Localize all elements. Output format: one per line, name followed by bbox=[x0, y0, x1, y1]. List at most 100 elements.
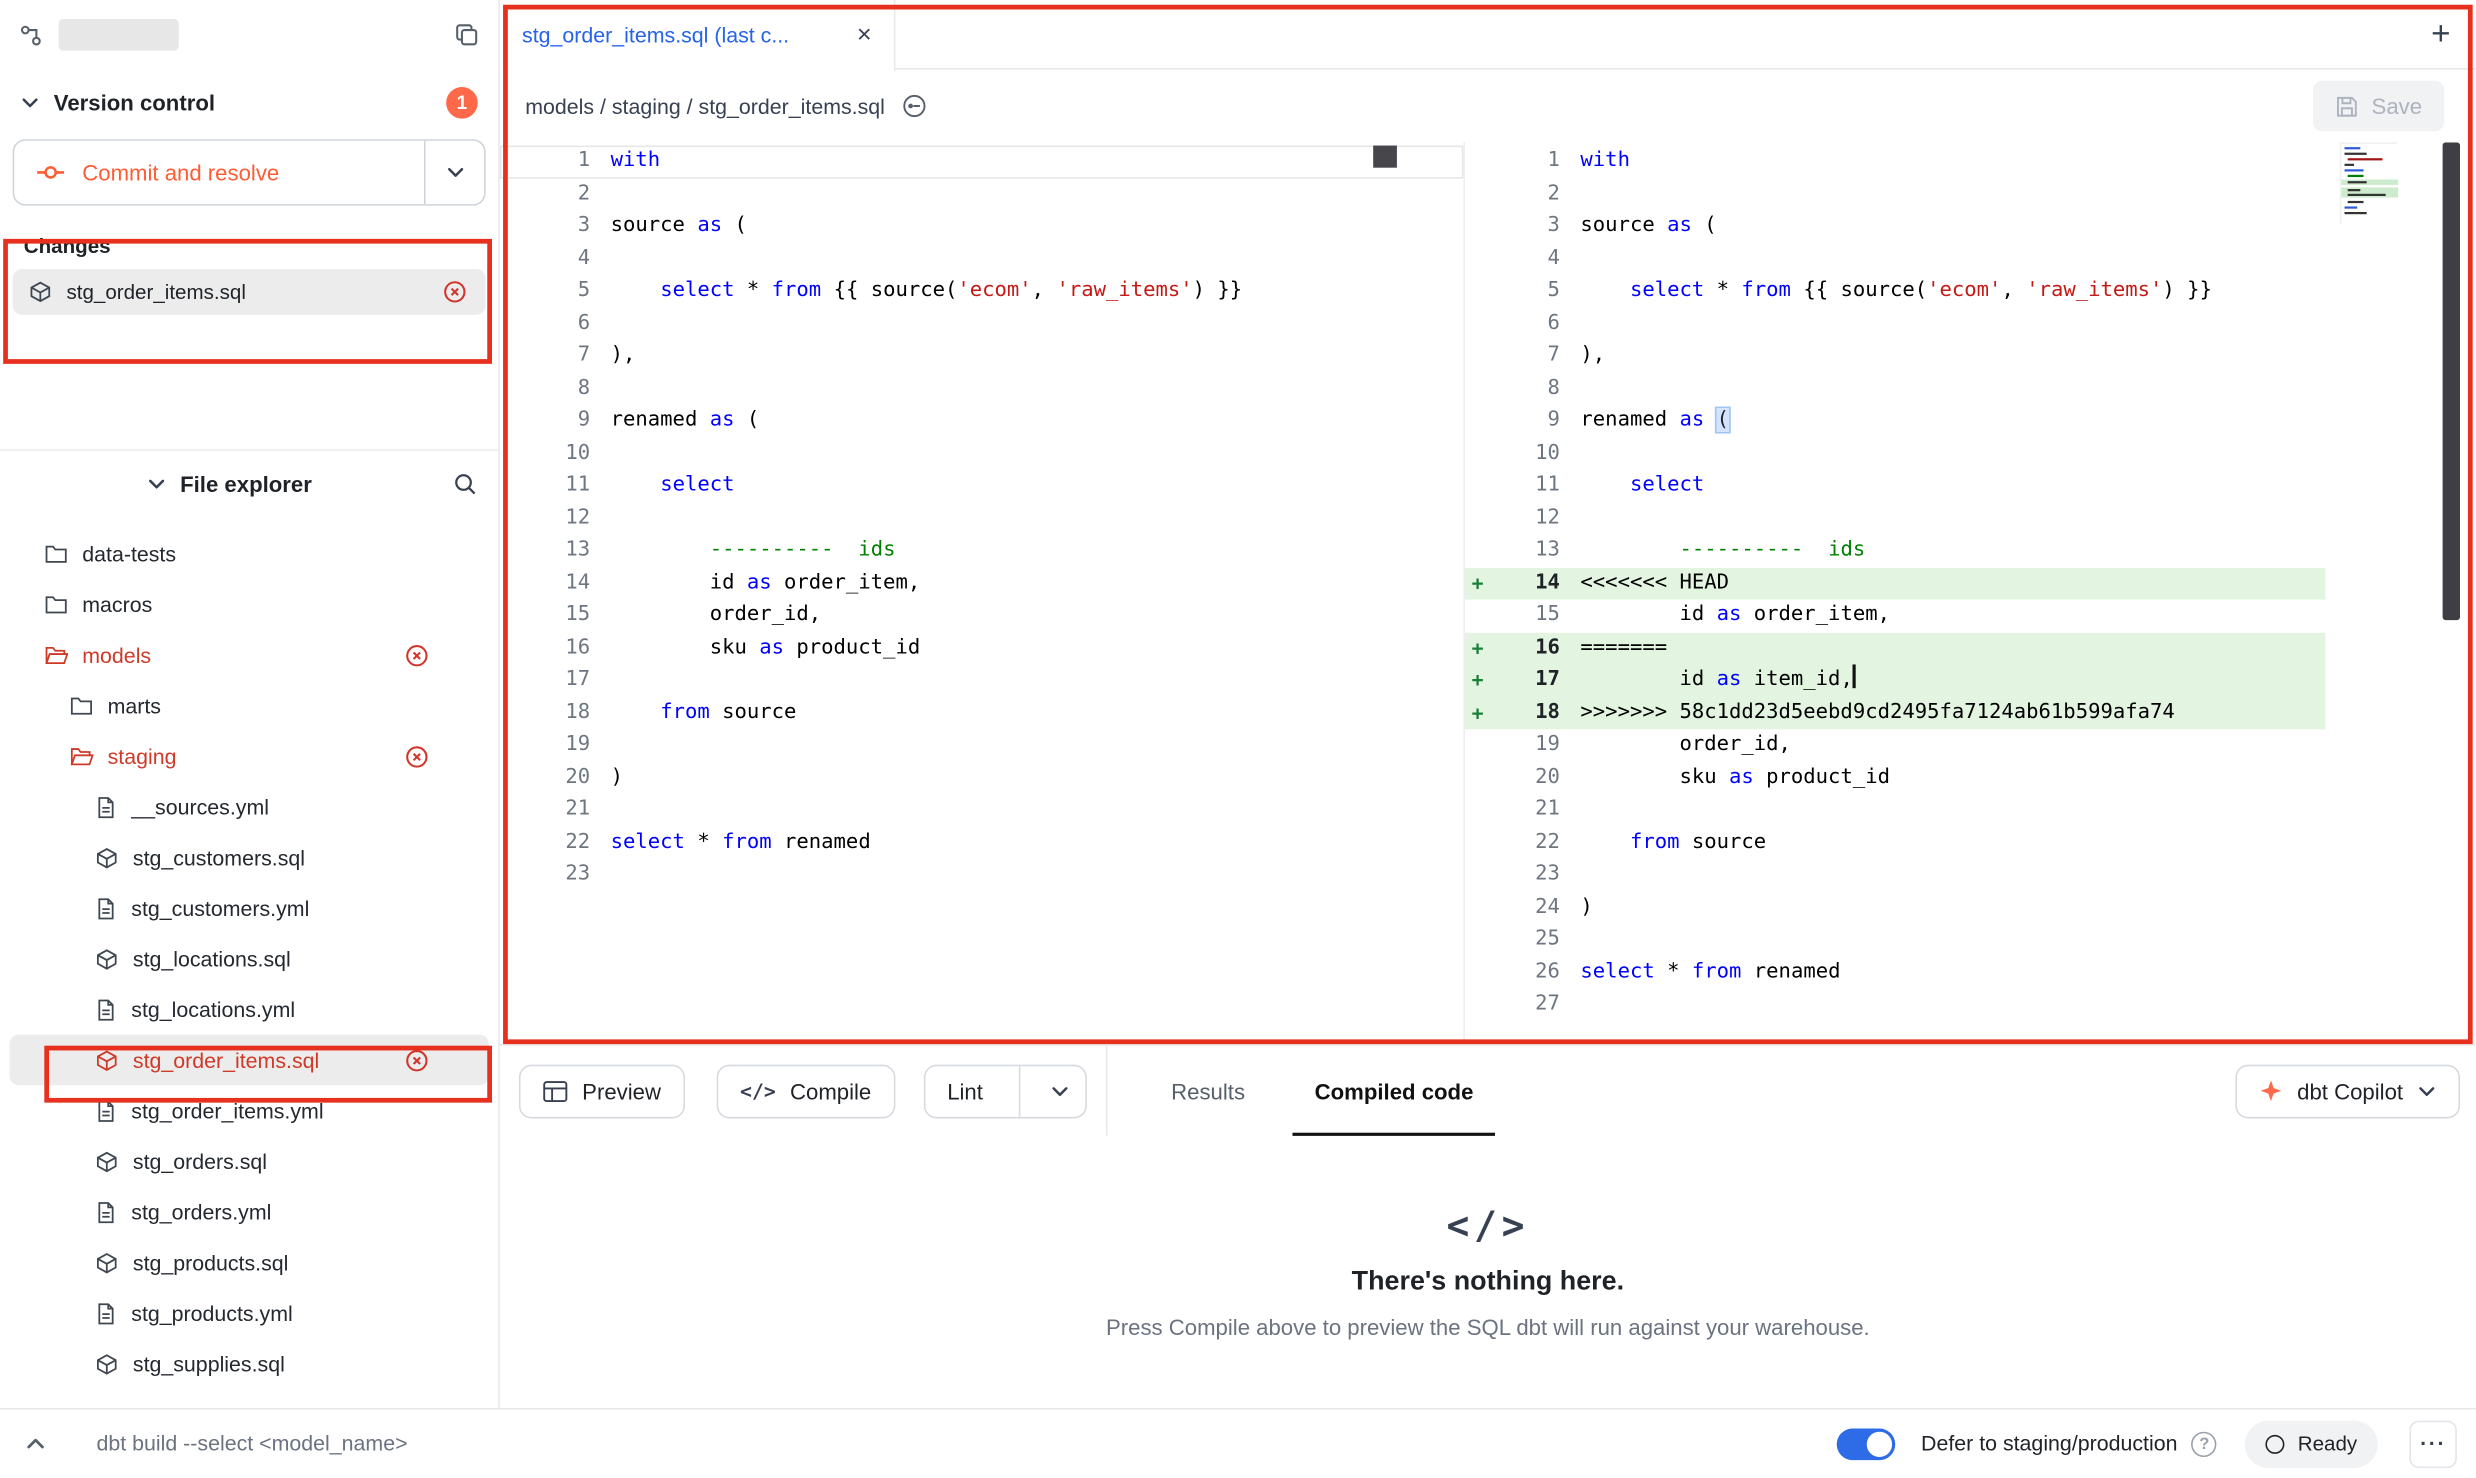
file-tree-item-models[interactable]: models bbox=[9, 630, 488, 681]
file-tree-item-__sources.yml[interactable]: __sources.yml bbox=[9, 782, 488, 833]
code-line-5[interactable]: 5 select * from {{ source('ecom', 'raw_i… bbox=[1465, 275, 2326, 307]
preview-button[interactable]: Preview bbox=[519, 1064, 685, 1118]
file-tree-item-stg_customers.yml[interactable]: stg_customers.yml bbox=[9, 883, 488, 934]
save-button[interactable]: Save bbox=[2313, 81, 2444, 132]
code-line-1[interactable]: 1with bbox=[500, 146, 1463, 178]
discard-change-icon[interactable] bbox=[405, 744, 429, 768]
editor-scrollbar-thumb[interactable] bbox=[2443, 142, 2460, 620]
code-line-9[interactable]: 9renamed as ( bbox=[1465, 405, 2326, 437]
tab-stg-order-items[interactable]: stg_order_items.sql (last c... × bbox=[500, 0, 895, 71]
file-tree-item-stg_locations.sql[interactable]: stg_locations.sql bbox=[9, 933, 488, 984]
code-line-11[interactable]: 11 select bbox=[1465, 470, 2326, 502]
code-line-21[interactable]: 21 bbox=[500, 794, 1463, 826]
lint-button[interactable]: Lint bbox=[925, 1078, 1005, 1103]
dbt-copilot-button[interactable]: dbt Copilot bbox=[2235, 1064, 2460, 1118]
defer-toggle[interactable] bbox=[1837, 1428, 1896, 1460]
code-line-16[interactable]: +16======= bbox=[1465, 632, 2326, 664]
lint-options-dropdown[interactable] bbox=[1035, 1081, 1086, 1100]
code-line-15[interactable]: 15 id as order_item, bbox=[1465, 600, 2326, 632]
workspace-graph-icon[interactable] bbox=[19, 23, 43, 47]
code-line-7[interactable]: 7), bbox=[500, 340, 1463, 372]
file-tree-item-marts[interactable]: marts bbox=[9, 680, 488, 731]
code-line-23[interactable]: 23 bbox=[500, 859, 1463, 891]
help-icon[interactable]: ? bbox=[2192, 1431, 2217, 1456]
code-line-13[interactable]: 13 ---------- ids bbox=[1465, 535, 2326, 567]
code-line-8[interactable]: 8 bbox=[1465, 373, 2326, 405]
expand-panel-icon[interactable] bbox=[25, 1433, 46, 1454]
version-control-header[interactable]: Version control 1 bbox=[0, 70, 498, 136]
code-line-18[interactable]: 18 from source bbox=[500, 697, 1463, 729]
tab-compiled-code[interactable]: Compiled code bbox=[1315, 1045, 1474, 1137]
code-line-20[interactable]: 20 sku as product_id bbox=[1465, 762, 2326, 794]
code-line-9[interactable]: 9renamed as ( bbox=[500, 405, 1463, 437]
code-line-6[interactable]: 6 bbox=[1465, 308, 2326, 340]
code-line-8[interactable]: 8 bbox=[500, 373, 1463, 405]
file-tree-item-staging[interactable]: staging bbox=[9, 731, 488, 782]
file-tree-item-stg_products.sql[interactable]: stg_products.sql bbox=[9, 1237, 488, 1288]
code-line-20[interactable]: 20) bbox=[500, 762, 1463, 794]
code-line-1[interactable]: 1with bbox=[1465, 146, 2326, 178]
more-options-button[interactable]: ··· bbox=[2409, 1420, 2456, 1467]
code-line-7[interactable]: 7), bbox=[1465, 340, 2326, 372]
file-tree-item-stg_order_items.sql[interactable]: stg_order_items.sql bbox=[9, 1035, 488, 1086]
file-tree-item-stg_order_items.yml[interactable]: stg_order_items.yml bbox=[9, 1085, 488, 1136]
code-line-15[interactable]: 15 order_id, bbox=[500, 600, 1463, 632]
code-line-14[interactable]: 14 id as order_item, bbox=[500, 567, 1463, 599]
file-tree-item-stg_supplies.sql[interactable]: stg_supplies.sql bbox=[9, 1338, 488, 1389]
minimap[interactable] bbox=[2340, 142, 2397, 224]
code-line-12[interactable]: 12 bbox=[1465, 502, 2326, 534]
code-line-3[interactable]: 3source as ( bbox=[1465, 210, 2326, 242]
code-line-17[interactable]: 17 bbox=[500, 664, 1463, 696]
code-line-19[interactable]: 19 order_id, bbox=[1465, 729, 2326, 761]
code-line-16[interactable]: 16 sku as product_id bbox=[500, 632, 1463, 664]
code-line-22[interactable]: 22select * from renamed bbox=[500, 827, 1463, 859]
file-tree-item-stg_customers.sql[interactable]: stg_customers.sql bbox=[9, 832, 488, 883]
tab-results[interactable]: Results bbox=[1171, 1045, 1245, 1137]
file-tree-item-stg_orders.yml[interactable]: stg_orders.yml bbox=[9, 1187, 488, 1238]
lineage-icon[interactable] bbox=[902, 93, 927, 118]
code-line-12[interactable]: 12 bbox=[500, 502, 1463, 534]
discard-change-icon[interactable] bbox=[443, 280, 467, 304]
code-line-13[interactable]: 13 ---------- ids bbox=[500, 535, 1463, 567]
discard-change-icon[interactable] bbox=[405, 643, 429, 667]
left-pane-scrollbar-thumb[interactable] bbox=[1373, 146, 1397, 168]
code-line-2[interactable]: 2 bbox=[500, 178, 1463, 210]
code-line-10[interactable]: 10 bbox=[500, 437, 1463, 469]
search-icon[interactable] bbox=[452, 471, 477, 496]
code-line-6[interactable]: 6 bbox=[500, 308, 1463, 340]
code-line-25[interactable]: 25 bbox=[1465, 924, 2326, 956]
dbt-command-input[interactable]: dbt build --select <model_name> bbox=[97, 1432, 408, 1456]
code-line-23[interactable]: 23 bbox=[1465, 859, 2326, 891]
code-line-3[interactable]: 3source as ( bbox=[500, 210, 1463, 242]
code-line-22[interactable]: 22 from source bbox=[1465, 827, 2326, 859]
code-line-27[interactable]: 27 bbox=[1465, 989, 2326, 1021]
copy-icon[interactable] bbox=[454, 22, 479, 47]
code-line-24[interactable]: 24) bbox=[1465, 891, 2326, 923]
code-line-14[interactable]: +14<<<<<<< HEAD bbox=[1465, 567, 2326, 599]
compile-button[interactable]: </> Compile bbox=[716, 1064, 895, 1118]
file-tree-item-stg_orders.sql[interactable]: stg_orders.sql bbox=[9, 1136, 488, 1187]
code-line-4[interactable]: 4 bbox=[1465, 243, 2326, 275]
code-line-21[interactable]: 21 bbox=[1465, 794, 2326, 826]
code-line-5[interactable]: 5 select * from {{ source('ecom', 'raw_i… bbox=[500, 275, 1463, 307]
code-line-2[interactable]: 2 bbox=[1465, 178, 2326, 210]
editor-pane-left[interactable]: 1with23source as (45 select * from {{ so… bbox=[500, 142, 1463, 1044]
code-line-4[interactable]: 4 bbox=[500, 243, 1463, 275]
file-explorer-header[interactable]: File explorer bbox=[0, 449, 498, 515]
code-line-11[interactable]: 11 select bbox=[500, 470, 1463, 502]
code-line-17[interactable]: +17 id as item_id, bbox=[1465, 664, 2326, 696]
file-tree-item-stg_products.yml[interactable]: stg_products.yml bbox=[9, 1288, 488, 1339]
code-line-19[interactable]: 19 bbox=[500, 729, 1463, 761]
tab-close-icon[interactable]: × bbox=[857, 23, 872, 48]
new-tab-button[interactable]: + bbox=[2431, 15, 2450, 53]
ready-status-badge[interactable]: Ready bbox=[2246, 1420, 2378, 1467]
file-tree-item-stg_locations.yml[interactable]: stg_locations.yml bbox=[9, 984, 488, 1035]
commit-options-dropdown[interactable] bbox=[424, 141, 484, 204]
changed-file-item[interactable]: stg_order_items.sql bbox=[13, 269, 486, 315]
file-tree-item-data-tests[interactable]: data-tests bbox=[9, 528, 488, 579]
code-line-18[interactable]: +18>>>>>>> 58c1dd23d5eebd9cd2495fa7124ab… bbox=[1465, 697, 2326, 729]
discard-change-icon[interactable] bbox=[405, 1048, 429, 1072]
file-tree-item-macros[interactable]: macros bbox=[9, 579, 488, 630]
commit-and-resolve-button[interactable]: Commit and resolve bbox=[14, 141, 424, 204]
code-line-10[interactable]: 10 bbox=[1465, 437, 2326, 469]
